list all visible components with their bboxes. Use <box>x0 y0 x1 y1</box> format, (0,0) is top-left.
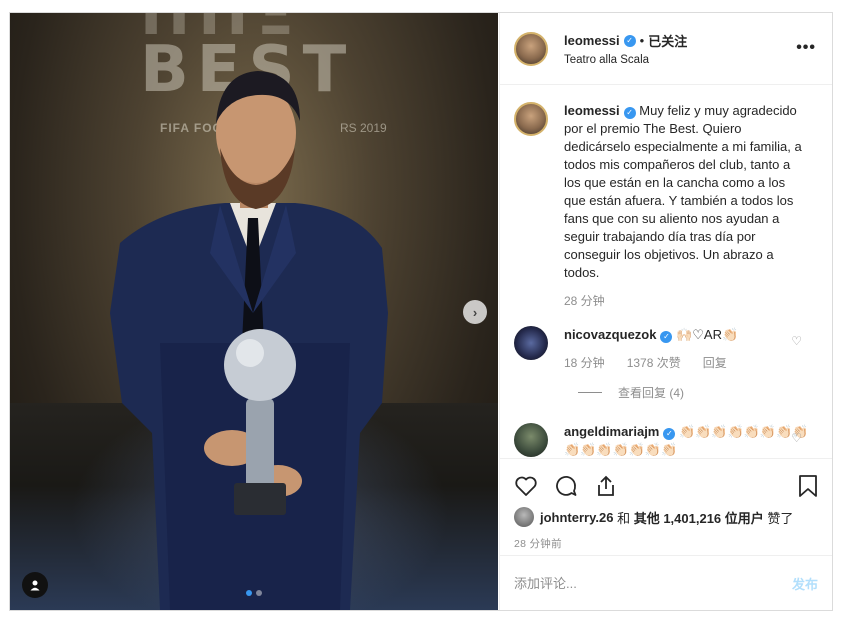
liked-by-suffix: 赞了 <box>767 510 794 526</box>
comment-time[interactable]: 18 分钟 <box>564 354 605 372</box>
post-location[interactable]: Teatro alla Scala <box>564 54 687 66</box>
author-info: leomessi ✓ • 已关注 Teatro alla Scala <box>564 31 687 66</box>
liked-by-connector: 和 <box>617 510 631 526</box>
verified-badge-icon: ✓ <box>663 428 676 440</box>
view-replies-button[interactable]: 查看回复 (4) <box>578 384 818 401</box>
author-username[interactable]: leomessi <box>564 33 620 48</box>
liker-username[interactable]: johnterry.26 <box>540 510 613 525</box>
player-with-trophy-image <box>110 71 388 610</box>
separator-dot: • <box>639 33 645 48</box>
bookmark-icon[interactable] <box>798 474 818 498</box>
replies-divider-line <box>578 392 602 393</box>
action-bar <box>500 459 832 503</box>
comments-list[interactable]: leomessi ✓ Muy feliz y muy agradecido por… <box>500 86 832 458</box>
add-comment-bar: 发布 <box>500 555 832 610</box>
comment-input[interactable] <box>514 575 792 591</box>
comment-icon[interactable] <box>554 474 578 498</box>
liker-avatar[interactable] <box>514 507 534 527</box>
tagged-users-button[interactable] <box>22 572 48 598</box>
comment-item: nicovazquezok ✓ 🙌🏻♡AR👏🏻 18 分钟 1378 次赞 回复 … <box>514 326 818 372</box>
post-timestamp[interactable]: 28 分钟前 <box>500 527 832 551</box>
carousel-dot-active <box>246 590 252 596</box>
likes-count[interactable]: 其他 1,401,216 位用户 <box>634 508 764 527</box>
comment-like-heart-icon[interactable]: ♡ <box>791 431 802 445</box>
post-sidebar: leomessi ✓ • 已关注 Teatro alla Scala ••• l… <box>499 13 832 610</box>
carousel-indicator <box>246 590 262 596</box>
post-card: ΠΠΞ BEST FIFA FOO RS 2019 › leomessi ✓ •… <box>9 12 833 611</box>
verified-badge-icon: ✓ <box>623 34 636 47</box>
share-icon[interactable] <box>594 474 618 498</box>
post-actions: johnterry.26 和 其他 1,401,216 位用户 赞了 28 分钟… <box>500 458 832 610</box>
view-replies-label: 查看回复 (4) <box>618 386 685 400</box>
author-avatar[interactable] <box>514 31 548 66</box>
comment-like-heart-icon[interactable]: ♡ <box>791 334 802 348</box>
verified-badge-icon: ✓ <box>623 107 636 119</box>
commenter-avatar[interactable] <box>514 423 548 457</box>
reply-button[interactable]: 回复 <box>703 354 727 372</box>
comment-text: 🙌🏻♡AR👏🏻 <box>676 327 739 342</box>
caption-time[interactable]: 28 分钟 <box>564 292 605 310</box>
post-header: leomessi ✓ • 已关注 Teatro alla Scala ••• <box>500 13 832 85</box>
commenter-avatar[interactable] <box>514 326 548 360</box>
user-tag-icon <box>30 580 40 591</box>
carousel-dot <box>256 590 262 596</box>
caption-username[interactable]: leomessi <box>564 103 620 118</box>
commenter-username[interactable]: nicovazquezok <box>564 327 656 342</box>
commenter-username[interactable]: angeldimariajm <box>564 424 659 439</box>
more-options-icon[interactable]: ••• <box>796 39 816 57</box>
liked-by: johnterry.26 和 其他 1,401,216 位用户 赞了 <box>500 503 832 527</box>
caption-text: Muy feliz y muy agradecido por el premio… <box>564 103 802 280</box>
caption-avatar[interactable] <box>514 102 548 136</box>
next-photo-button[interactable]: › <box>463 300 487 324</box>
post-comment-button[interactable]: 发布 <box>792 574 818 593</box>
verified-badge-icon: ✓ <box>660 331 673 343</box>
chevron-right-icon: › <box>472 304 478 320</box>
post-photo[interactable]: ΠΠΞ BEST FIFA FOO RS 2019 › <box>10 13 498 610</box>
comment-item: angeldimariajm ✓ 👏🏻👏🏻👏🏻👏🏻👏🏻👏🏻👏🏻👏🏻👏🏻👏🏻👏🏻👏🏻… <box>514 423 818 458</box>
heart-icon[interactable] <box>514 475 538 497</box>
caption: leomessi ✓ Muy feliz y muy agradecido por… <box>514 102 818 310</box>
comment-likes[interactable]: 1378 次赞 <box>627 354 681 372</box>
follow-status-button[interactable]: 已关注 <box>648 31 687 50</box>
